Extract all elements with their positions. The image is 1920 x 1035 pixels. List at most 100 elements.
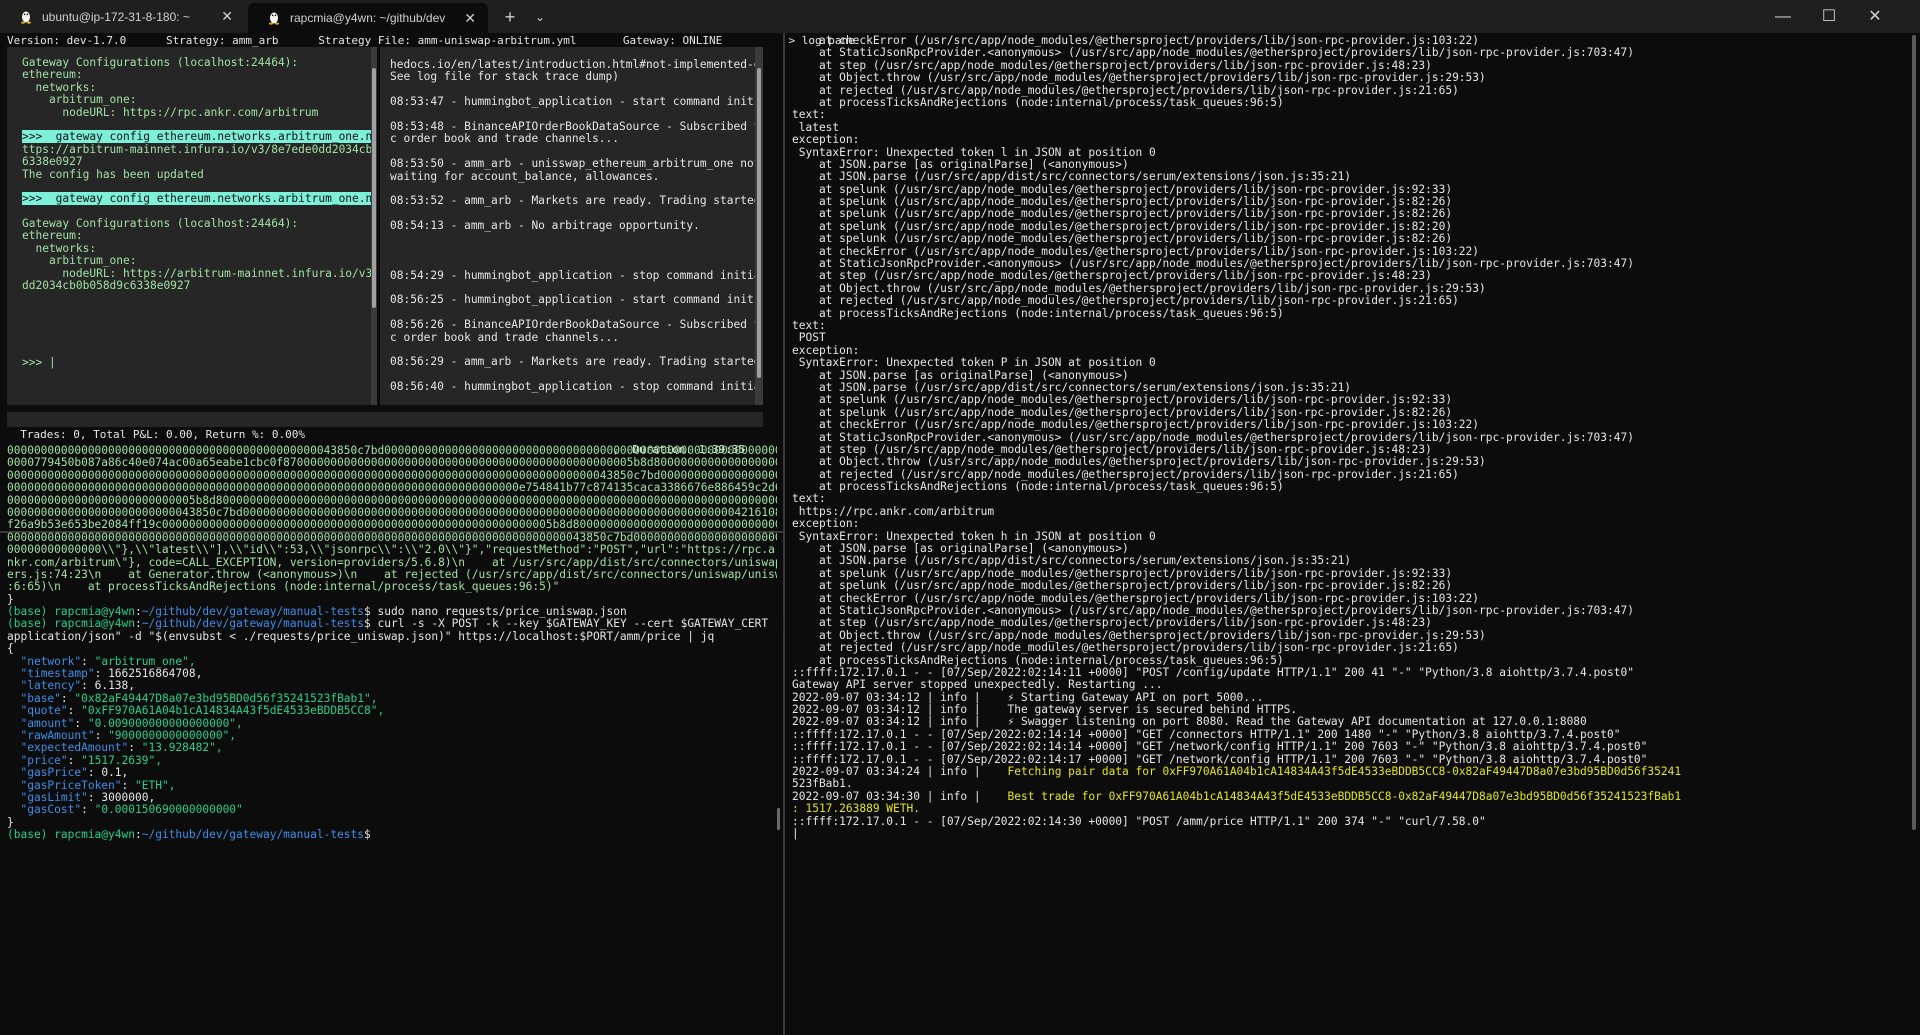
json-value: "1517.2639", (81, 753, 162, 767)
log-highlight: Fetching pair data for 0xFF970A61A04b1cA… (1007, 765, 1682, 779)
log-text: at Object.throw (/usr/src/app/node_modul… (792, 71, 1486, 85)
log-text: at spelunk (/usr/src/app/node_modules/@e… (792, 195, 1453, 209)
json-key: "quote" (20, 704, 68, 718)
output-line: The config has been updated (22, 167, 371, 181)
hummingbot-status-bar: Version: dev-1.7.0 Strategy: amm_arb Str… (7, 34, 855, 47)
json-key: "gasLimit" (20, 790, 88, 804)
json-value: "0.009000000000000000", (87, 716, 243, 730)
output-line: nodeURL: https://rpc.ankr.com/arbitrum (22, 105, 371, 119)
output-text: arbitrum_one: (22, 93, 137, 107)
log-text: | (792, 827, 799, 840)
log-text: 2022-09-07 03:34:12 | info | The gateway… (792, 703, 1298, 717)
log-text: ::ffff:172.17.0.1 - - [07/Sep/2022:02:14… (792, 727, 1621, 741)
log-text: at Object.throw (/usr/src/app/node_modul… (792, 281, 1486, 295)
json-colon: : (87, 790, 102, 804)
hex-output-line: 0000000000000000000000000000000000000000… (7, 481, 777, 495)
json-key: "gasPriceToken" (20, 778, 122, 792)
log-scrollbar-thumb[interactable] (757, 68, 761, 378)
pane-divider-vertical[interactable] (783, 33, 785, 1035)
minimize-button[interactable]: — (1760, 0, 1806, 33)
json-colon: : (128, 741, 142, 755)
tab-rapcmia[interactable]: rapcmia@y4wn: ~/github/dev ✕ (248, 3, 488, 33)
tab-dropdown-button[interactable]: ⌄ (530, 6, 550, 28)
json-key: "amount" (20, 716, 75, 730)
output-line: dd2034cb0b058d9c6338e0927 (22, 279, 371, 292)
gateway-log-line: 2022-09-07 03:34:30 | info | Best trade … (792, 789, 1912, 803)
bash-pane[interactable]: 0000000000000000000000000000000000000000… (7, 445, 777, 1030)
log-text: ::ffff:172.17.0.1 - - [07/Sep/2022:02:14… (792, 752, 1648, 766)
log-text: at spelunk (/usr/src/app/node_modules/@e… (792, 393, 1453, 407)
close-window-button[interactable]: ✕ (1852, 0, 1898, 33)
output-text: networks: (22, 241, 97, 255)
json-value: 6.138, (94, 679, 136, 693)
tab-close-icon[interactable]: ✕ (221, 8, 233, 25)
gateway-log-line: at processTicksAndRejections (node:inter… (792, 307, 1912, 320)
log-line: waiting for account_balance, allowances. (390, 169, 660, 183)
log-line: 08:54:29 - hummingbot_application - stop… (390, 268, 755, 282)
json-value: "0.000150690000000000" (94, 803, 243, 817)
log-text: at spelunk (/usr/src/app/node_modules/@e… (792, 182, 1453, 196)
hex-output-line: f26a9b53e653be2084ff19c00000000000000000… (7, 518, 777, 532)
log-text: at JSON.parse (/usr/src/app/dist/src/con… (792, 554, 1352, 568)
trades-summary: Trades: 0, Total P&L: 0.00, Return %: 0.… (20, 428, 306, 441)
log-line: 08:56:29 - amm_arb - Markets are ready. … (390, 355, 755, 369)
output-text: The config has been updated (22, 167, 204, 181)
json-key: "timestamp" (20, 667, 95, 681)
log-text: https://rpc.ankr.com/arbitrum (792, 504, 995, 518)
log-text: at rejected (/usr/src/app/node_modules/@… (792, 467, 1459, 481)
log-text: ::ffff:172.17.0.1 - - [07/Sep/2022:02:14… (792, 814, 1486, 828)
output-text: >>> gateway config ethereum.networks.arb… (22, 192, 371, 206)
gateway-log-line: text: (792, 319, 1912, 332)
hummingbot-log-pane[interactable]: hedocs.io/en/latest/introduction.html#no… (380, 47, 755, 405)
hummingbot-output-pane[interactable]: Gateway Configurations (localhost:24464)… (7, 47, 371, 405)
output-text: nodeURL: https://rpc.ankr.com/arbitrum (22, 105, 319, 119)
prompt-colon: : (134, 617, 142, 631)
command-input[interactable]: >>> | (22, 356, 56, 369)
output-text: >>> gateway config ethereum.networks.arb… (22, 130, 371, 144)
json-value: 1662516864708, (108, 667, 203, 681)
log-line: 08:54:13 - amm_arb - No arbitrage opport… (390, 219, 700, 233)
output-scrollbar-thumb[interactable] (372, 68, 376, 308)
output-line: >>> gateway config ethereum.networks.arb… (22, 192, 371, 206)
bash-scrollbar-thumb[interactable] (777, 808, 780, 830)
log-text: latest (792, 120, 840, 134)
json-key: "network" (20, 654, 82, 668)
json-value: "ETH", (135, 778, 176, 792)
linux-penguin-icon (18, 9, 34, 25)
log-text: SyntaxError: Unexpected token l in JSON … (792, 145, 1156, 159)
log-line: 08:56:25 - hummingbot_application - star… (390, 293, 755, 307)
log-text: text: (792, 492, 826, 506)
log-text: exception: (792, 517, 860, 531)
log-text: at StaticJsonRpcProvider.<anonymous> (/u… (792, 257, 1634, 271)
gateway-log-line: text: (792, 109, 1912, 121)
json-colon: : (74, 716, 88, 730)
log-text: 523fBab1. (792, 777, 853, 791)
log-text: at JSON.parse [as originalParse] (<anony… (792, 368, 1129, 382)
tab-close-icon[interactable]: ✕ (464, 10, 476, 27)
log-text: 2022-09-07 03:34:30 | info | (792, 789, 1008, 803)
new-tab-button[interactable]: + (498, 6, 522, 28)
log-text: at rejected (/usr/src/app/node_modules/@… (792, 83, 1459, 97)
json-colon: : (87, 766, 102, 780)
gateway-scrollbar-thumb[interactable] (1912, 35, 1916, 830)
hummingbot-footer: Trades: 0, Total P&L: 0.00, Return %: 0.… (7, 412, 763, 456)
log-line: 08:53:47 - hummingbot_application - star… (390, 95, 755, 109)
json-key: "gasCost" (20, 803, 82, 817)
log-text: at rejected (/usr/src/app/node_modules/@… (792, 294, 1459, 308)
tab-ubuntu[interactable]: ubuntu@ip-172-31-8-180: ~ ✕ (0, 0, 245, 33)
log-line: 08:56:26 - BinanceAPIOrderBookDataSource… (390, 318, 755, 332)
log-text: text: (792, 108, 826, 122)
hex-output-line: :6:65)\n at processTicksAndRejections (n… (7, 580, 560, 594)
gateway-log-pane[interactable]: at checkError (/usr/src/app/node_modules… (792, 35, 1912, 1035)
prompt-user: (base) rapcmia@y4wn (7, 828, 135, 842)
tab-title: rapcmia@y4wn: ~/github/dev (290, 11, 446, 25)
json-value: 3000000, (101, 790, 156, 804)
maximize-button[interactable]: ☐ (1806, 0, 1852, 33)
